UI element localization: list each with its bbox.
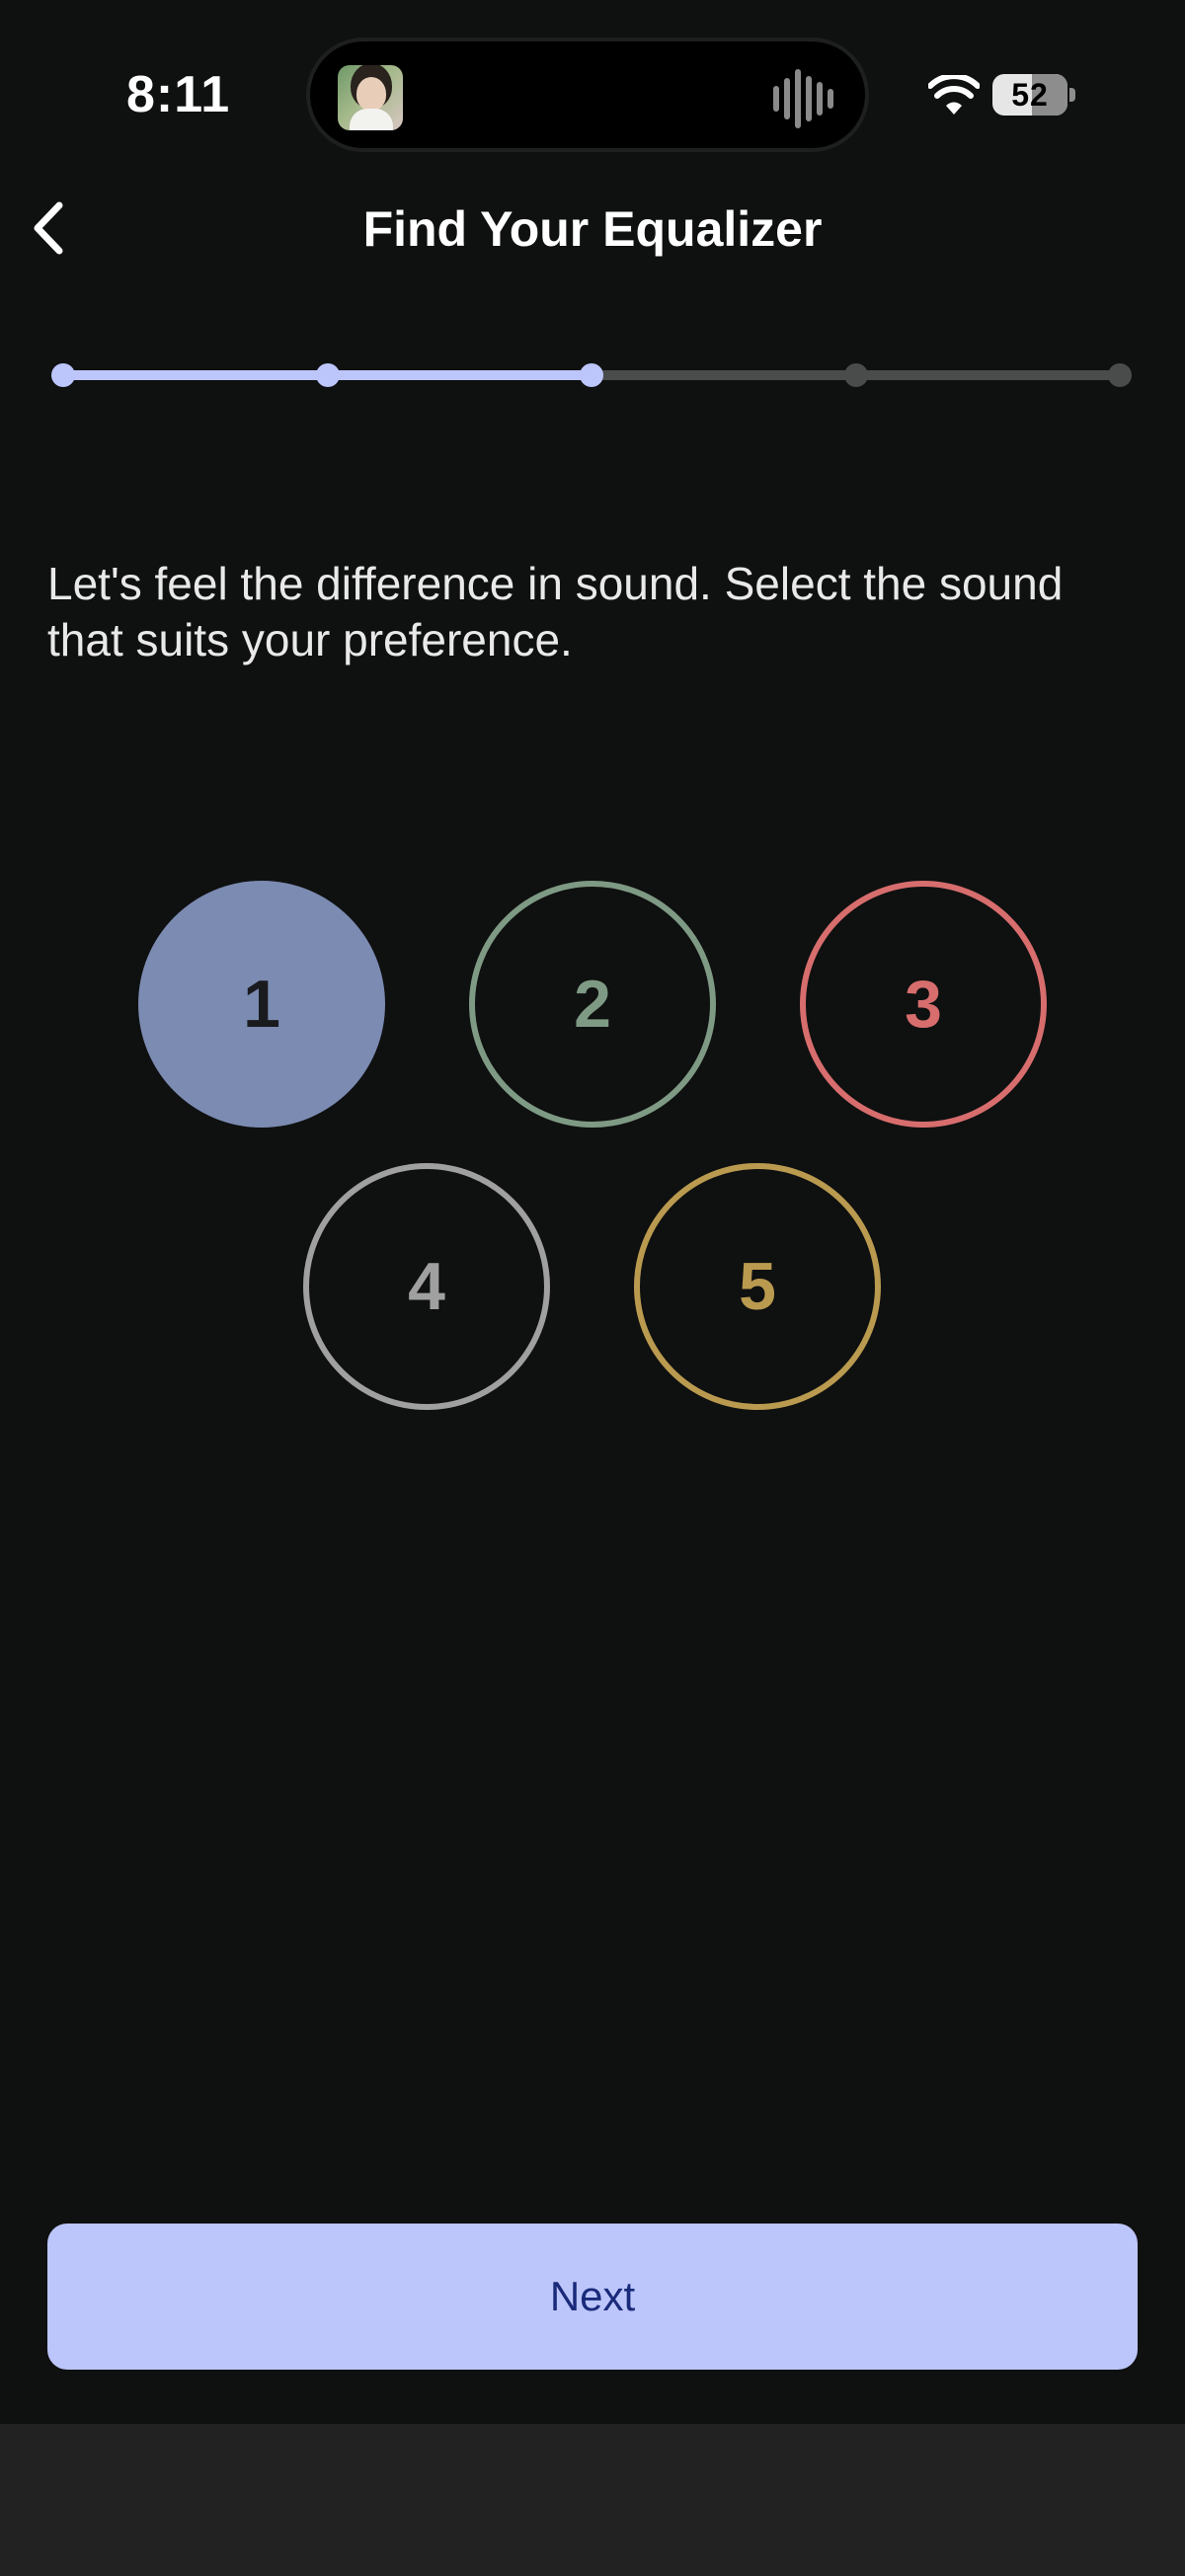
battery-tip — [1069, 88, 1075, 102]
sound-option-2[interactable]: 2 — [469, 881, 716, 1128]
sound-option-1[interactable]: 1 — [138, 881, 385, 1128]
progress-step-2 — [315, 363, 340, 387]
now-playing-thumbnail[interactable] — [338, 65, 403, 130]
dynamic-island[interactable] — [306, 38, 869, 152]
wifi-icon — [928, 75, 980, 115]
page-title: Find Your Equalizer — [362, 201, 823, 257]
sound-option-5[interactable]: 5 — [634, 1163, 881, 1410]
progress-step-1 — [51, 363, 75, 387]
status-bar: 8:11 52 — [0, 0, 1185, 188]
progress-step-4 — [843, 363, 868, 387]
audio-waveform-icon — [773, 69, 833, 128]
next-button[interactable]: Next — [47, 2224, 1138, 2370]
instruction-text: Let's feel the difference in sound. Sele… — [47, 558, 1064, 665]
progress-step-5 — [1108, 363, 1132, 387]
battery-level: 52 — [1011, 77, 1049, 113]
bottom-bar — [0, 2424, 1185, 2576]
battery-icon: 52 — [992, 74, 1067, 116]
sound-option-3[interactable]: 3 — [800, 881, 1047, 1128]
status-time: 8:11 — [126, 66, 231, 123]
progress-step-3 — [580, 363, 603, 387]
sound-option-4[interactable]: 4 — [303, 1163, 550, 1410]
